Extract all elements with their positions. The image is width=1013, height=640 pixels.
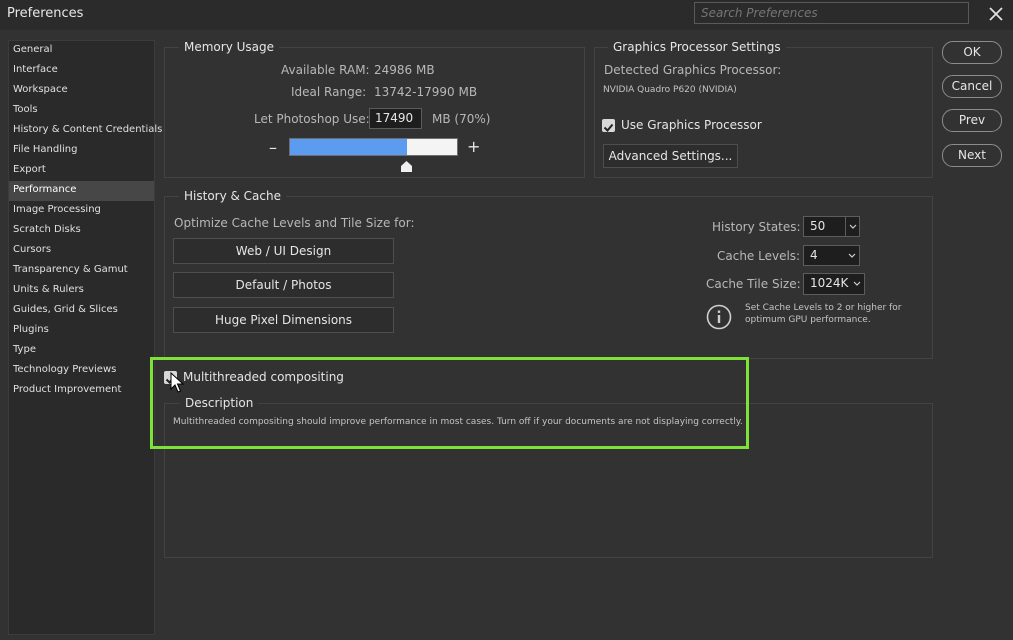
available-ram-value: 24986 MB [374, 63, 435, 77]
history-cache-legend: History & Cache [179, 189, 286, 203]
cache-levels-label: Cache Levels: [717, 249, 801, 263]
sidebar: General Interface Workspace Tools History & … [8, 40, 162, 635]
highlight-box [150, 357, 749, 449]
sidebar-item-units-rulers[interactable]: Units & Rulers [9, 281, 154, 301]
ideal-range-value: 13742-17990 MB [374, 85, 478, 99]
photoshop-use-unit: MB (70%) [432, 112, 491, 126]
sidebar-item-type[interactable]: Type [9, 341, 154, 361]
sidebar-item-tools[interactable]: Tools [9, 101, 154, 121]
optimize-label: Optimize Cache Levels and Tile Size for: [174, 216, 415, 230]
sidebar-item-transparency-gamut[interactable]: Transparency & Gamut [9, 261, 154, 281]
use-gpu-checkbox[interactable] [602, 119, 615, 132]
cache-tile-size-value: 1024K [810, 276, 849, 290]
cache-levels-select[interactable]: 4 [803, 245, 860, 266]
increase-memory-button[interactable]: + [467, 137, 480, 156]
memory-usage-legend: Memory Usage [179, 40, 280, 54]
sidebar-item-image-processing[interactable]: Image Processing [9, 201, 154, 221]
sidebar-item-plugins[interactable]: Plugins [9, 321, 154, 341]
chevron-down-icon[interactable] [845, 217, 859, 236]
next-button[interactable]: Next [942, 144, 1002, 167]
prev-button[interactable]: Prev [942, 109, 1002, 132]
sidebar-item-general[interactable]: General [9, 41, 154, 61]
decrease-memory-button[interactable]: – [269, 138, 277, 157]
sidebar-item-interface[interactable]: Interface [9, 61, 154, 81]
huge-pixel-dimensions-button[interactable]: Huge Pixel Dimensions [173, 307, 394, 333]
sidebar-item-product-improvement[interactable]: Product Improvement [9, 381, 154, 401]
sidebar-item-cursors[interactable]: Cursors [9, 241, 154, 261]
sidebar-item-performance[interactable]: Performance [9, 181, 154, 201]
chevron-down-icon [850, 274, 864, 294]
photoshop-use-input[interactable]: 17490 [369, 108, 422, 129]
memory-slider[interactable] [289, 138, 458, 156]
search-input[interactable] [694, 2, 969, 24]
memory-slider-thumb[interactable] [401, 157, 413, 172]
cancel-button[interactable]: Cancel [942, 75, 1002, 98]
available-ram-label: Available RAM: [281, 63, 370, 77]
sidebar-item-scratch-disks[interactable]: Scratch Disks [9, 221, 154, 241]
photoshop-use-label: Let Photoshop Use: [254, 112, 370, 126]
window-title: Preferences [7, 6, 84, 21]
cache-levels-value: 4 [810, 248, 818, 262]
info-icon [706, 304, 732, 330]
sidebar-item-file-handling[interactable]: File Handling [9, 141, 154, 161]
sidebar-item-technology-previews[interactable]: Technology Previews [9, 361, 154, 381]
gpu-legend: Graphics Processor Settings [608, 40, 786, 54]
history-states-value: 50 [810, 219, 826, 233]
cache-tile-size-label: Cache Tile Size: [706, 277, 801, 291]
sidebar-item-guides-grid-slices[interactable]: Guides, Grid & Slices [9, 301, 154, 321]
cache-tile-size-select[interactable]: 1024K [803, 273, 865, 295]
history-states-label: History States: [712, 220, 801, 234]
detected-gpu-label: Detected Graphics Processor: [604, 63, 782, 77]
info-text-line2: optimum GPU performance. [745, 315, 871, 325]
ideal-range-label: Ideal Range: [291, 85, 367, 99]
sidebar-item-history-content-credentials[interactable]: History & Content Credentials [9, 121, 162, 141]
history-states-input[interactable]: 50 [803, 216, 860, 237]
ok-button[interactable]: OK [942, 41, 1002, 64]
default-photos-button[interactable]: Default / Photos [173, 272, 394, 298]
use-gpu-label: Use Graphics Processor [621, 118, 762, 132]
info-text-line1: Set Cache Levels to 2 or higher for [745, 303, 902, 313]
sidebar-item-workspace[interactable]: Workspace [9, 81, 154, 101]
web-ui-design-button[interactable]: Web / UI Design [173, 238, 394, 264]
close-icon[interactable] [985, 3, 1007, 25]
advanced-settings-button[interactable]: Advanced Settings... [603, 144, 738, 168]
chevron-down-icon [845, 246, 859, 265]
detected-gpu-value: NVIDIA Quadro P620 (NVIDIA) [603, 85, 737, 95]
sidebar-item-export[interactable]: Export [9, 161, 154, 181]
memory-slider-fill [290, 139, 407, 155]
